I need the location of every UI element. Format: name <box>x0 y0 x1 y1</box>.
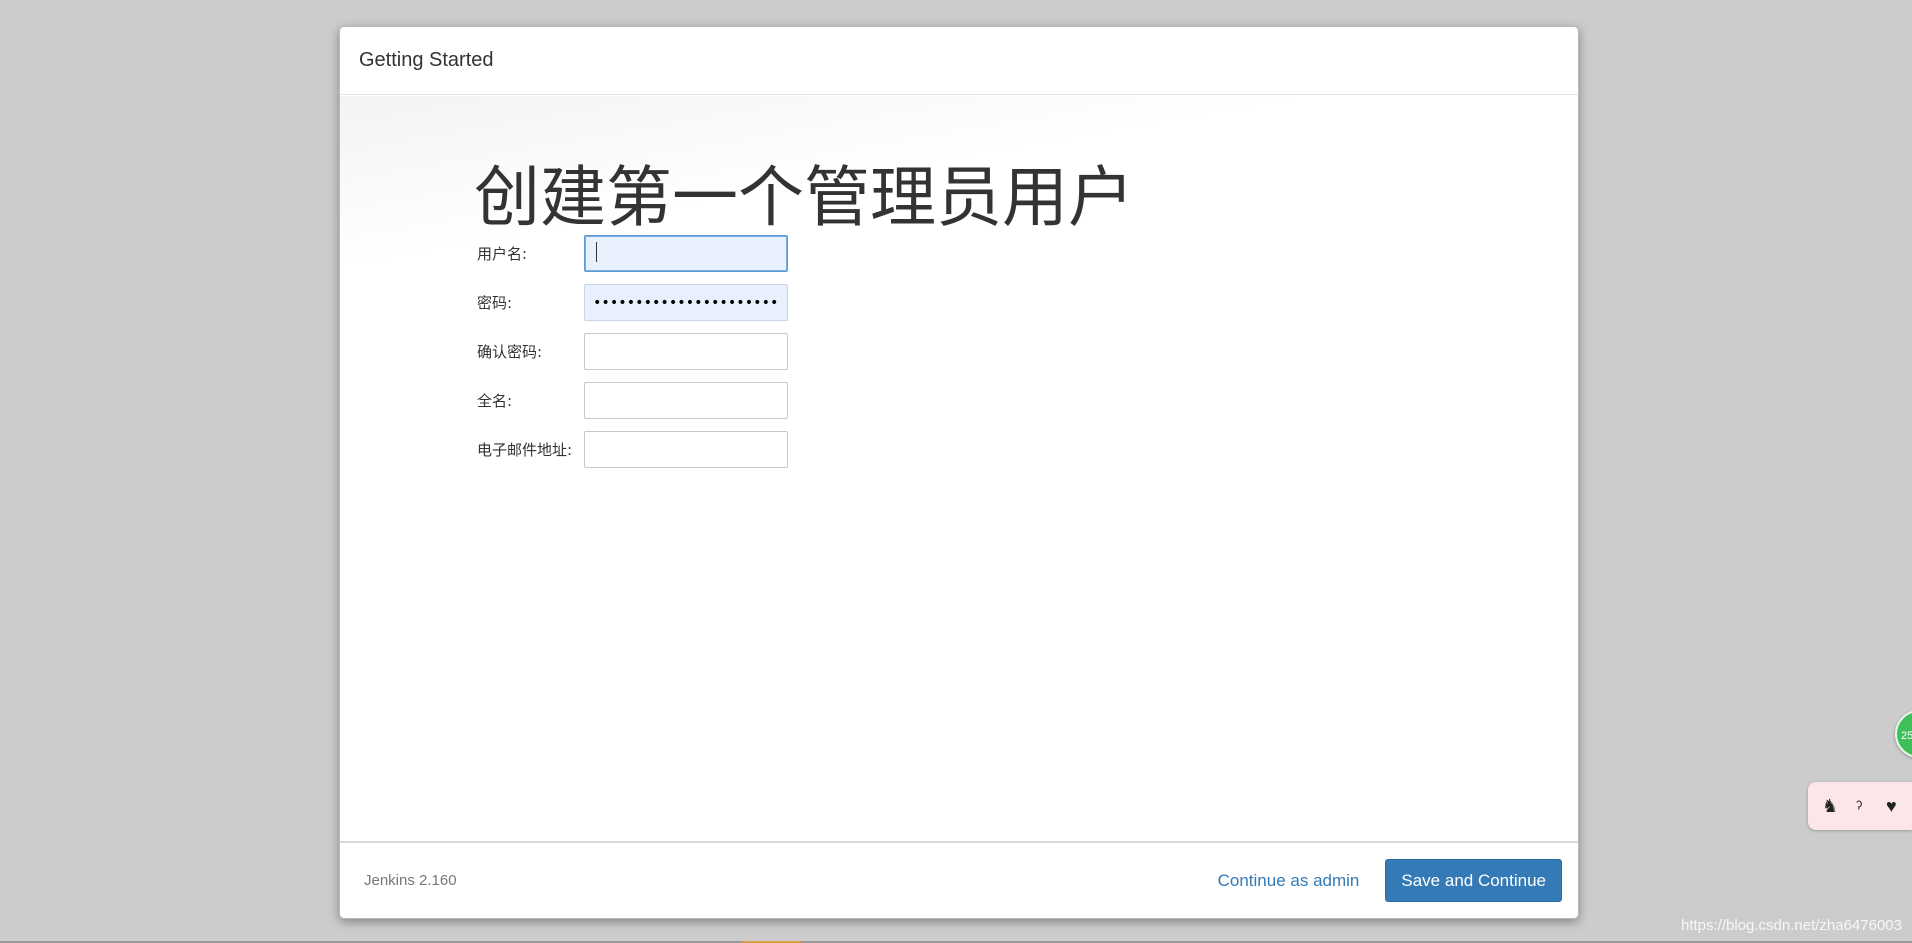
save-and-continue-button[interactable]: Save and Continue <box>1385 859 1562 902</box>
fullname-label: 全名: <box>477 392 513 410</box>
form-row-email: 电子邮件地址: <box>477 431 788 468</box>
create-admin-form: 用户名: 密码: 确认密码: 全名: 电子邮件地址: <box>477 235 788 480</box>
setup-wizard-dialog: Getting Started 创建第一个管理员用户 用户名: 密码: 确认密码… <box>339 26 1579 919</box>
username-label: 用户名: <box>477 245 528 263</box>
text-caret <box>596 242 597 262</box>
username-input[interactable] <box>584 235 788 272</box>
form-row-password: 密码: <box>477 284 788 321</box>
version-label: Jenkins 2.160 <box>364 872 457 889</box>
dialog-body: 创建第一个管理员用户 用户名: 密码: 确认密码: 全名: 电子邮件地址: <box>340 96 1578 841</box>
confirm-password-input[interactable] <box>584 333 788 370</box>
dialog-footer: Jenkins 2.160 Continue as admin Save and… <box>340 841 1578 918</box>
confirm-password-label: 确认密码: <box>477 343 543 361</box>
form-row-confirm-password: 确认密码: <box>477 333 788 370</box>
fullname-input[interactable] <box>584 382 788 419</box>
watermark-text: https://blog.csdn.net/zha6476003 <box>1680 917 1902 934</box>
cartoon-icon: ♞ <box>1822 796 1839 816</box>
email-label: 电子邮件地址: <box>477 441 573 459</box>
cartoon-icon: ˀ <box>1856 798 1863 818</box>
dialog-title: Getting Started <box>359 49 494 71</box>
page-heading: 创建第一个管理员用户 <box>474 159 1134 236</box>
form-row-fullname: 全名: <box>477 382 788 419</box>
cartoon-icon: ♥ <box>1886 796 1897 816</box>
floating-ad-banner[interactable]: ♞ ˀ ♥ <box>1808 782 1912 830</box>
form-row-username: 用户名: <box>477 235 788 272</box>
password-label: 密码: <box>477 294 513 312</box>
continue-as-admin-button[interactable]: Continue as admin <box>1218 871 1360 891</box>
email-input[interactable] <box>584 431 788 468</box>
dialog-header: Getting Started <box>340 27 1578 95</box>
password-input[interactable] <box>584 284 788 321</box>
